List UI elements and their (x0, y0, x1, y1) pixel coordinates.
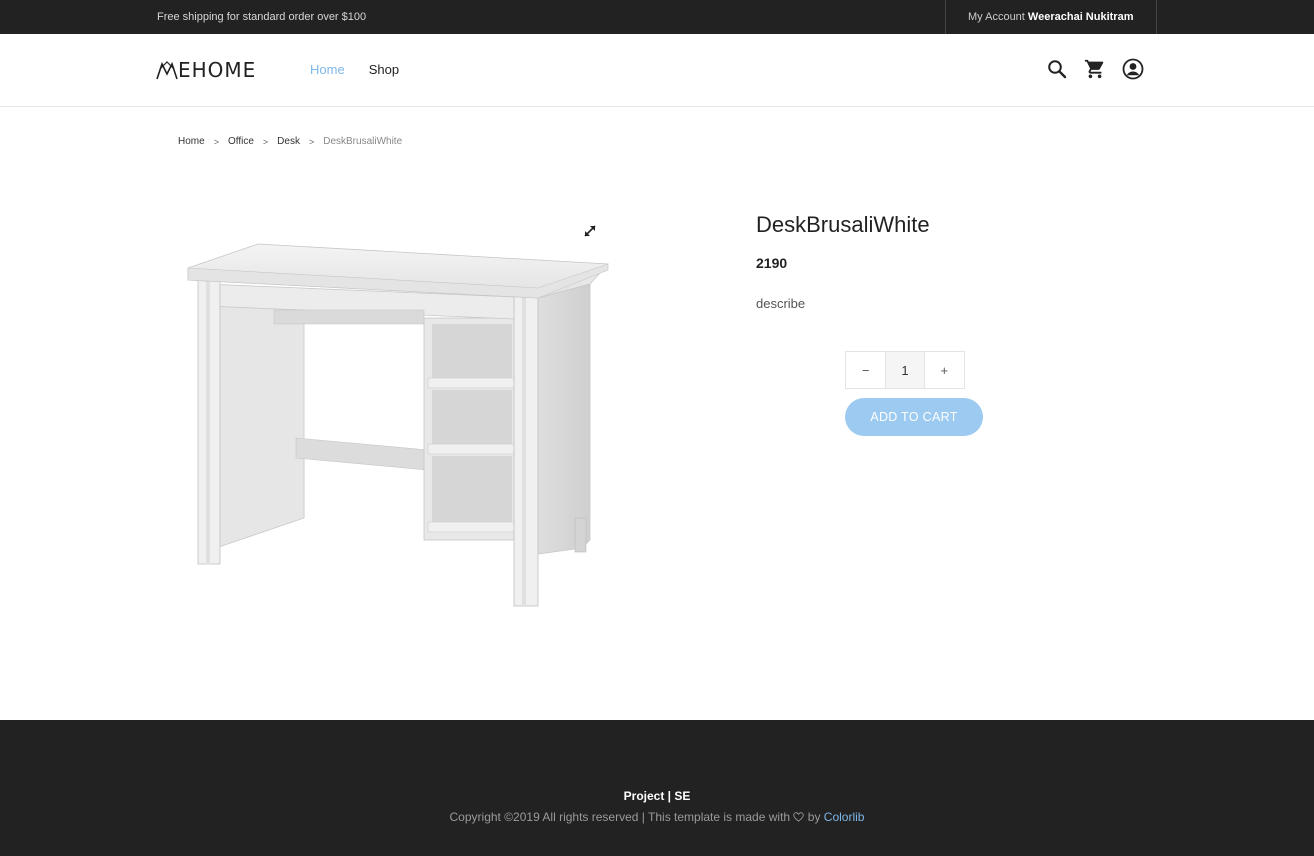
site-header: EHOME Home Shop (0, 34, 1314, 107)
product-price: 2190 (756, 255, 788, 271)
logo[interactable]: EHOME (156, 58, 256, 82)
quantity-increase-button[interactable]: + (925, 352, 964, 388)
product-image[interactable] (178, 218, 610, 618)
quantity-decrease-button[interactable]: − (846, 352, 885, 388)
main-nav: Home Shop (310, 62, 399, 77)
heart-icon (793, 812, 805, 822)
breadcrumb-office[interactable]: Office (228, 136, 254, 147)
nav-shop[interactable]: Shop (369, 62, 399, 77)
footer-project: Project | SE (623, 789, 691, 803)
quantity-input[interactable]: 1 (885, 352, 925, 388)
shipping-notice: Free shipping for standard order over $1… (157, 11, 367, 23)
breadcrumb-home[interactable]: Home (178, 136, 205, 147)
user-icon[interactable] (1122, 58, 1144, 80)
quantity-stepper: − 1 + (845, 351, 965, 389)
header-actions (1046, 58, 1144, 80)
account-label: My Account (968, 11, 1025, 23)
add-to-cart-button[interactable]: ADD TO CART (845, 398, 983, 436)
top-bar: Free shipping for standard order over $1… (0, 0, 1314, 34)
nav-home[interactable]: Home (310, 62, 345, 77)
colorlib-link[interactable]: Colorlib (824, 810, 865, 824)
copyright-by: by (807, 810, 821, 824)
footer-copyright: Copyright ©2019 All rights reserved | Th… (0, 810, 1314, 824)
breadcrumb-current: DeskBrusaliWhite (323, 136, 403, 147)
my-account-link[interactable]: My Account Weerachai Nukitram (945, 0, 1157, 34)
logo-mark-icon (156, 61, 178, 80)
breadcrumb: Home > Office > Desk > DeskBrusaliWhite (178, 136, 402, 147)
expand-icon[interactable] (583, 224, 597, 238)
breadcrumb-separator: > (262, 136, 269, 147)
breadcrumb-separator: > (308, 136, 315, 147)
breadcrumb-desk[interactable]: Desk (277, 136, 300, 147)
search-icon[interactable] (1046, 58, 1068, 80)
copyright-text: Copyright ©2019 All rights reserved | Th… (449, 810, 791, 824)
logo-text: EHOME (178, 58, 257, 82)
breadcrumb-separator: > (213, 136, 219, 147)
product-description: describe (756, 296, 806, 311)
site-footer: Project | SE Copyright ©2019 All rights … (0, 720, 1314, 856)
product-name: DeskBrusaliWhite (756, 212, 930, 237)
cart-icon[interactable] (1084, 58, 1106, 80)
account-name: Weerachai Nukitram (1027, 11, 1134, 23)
